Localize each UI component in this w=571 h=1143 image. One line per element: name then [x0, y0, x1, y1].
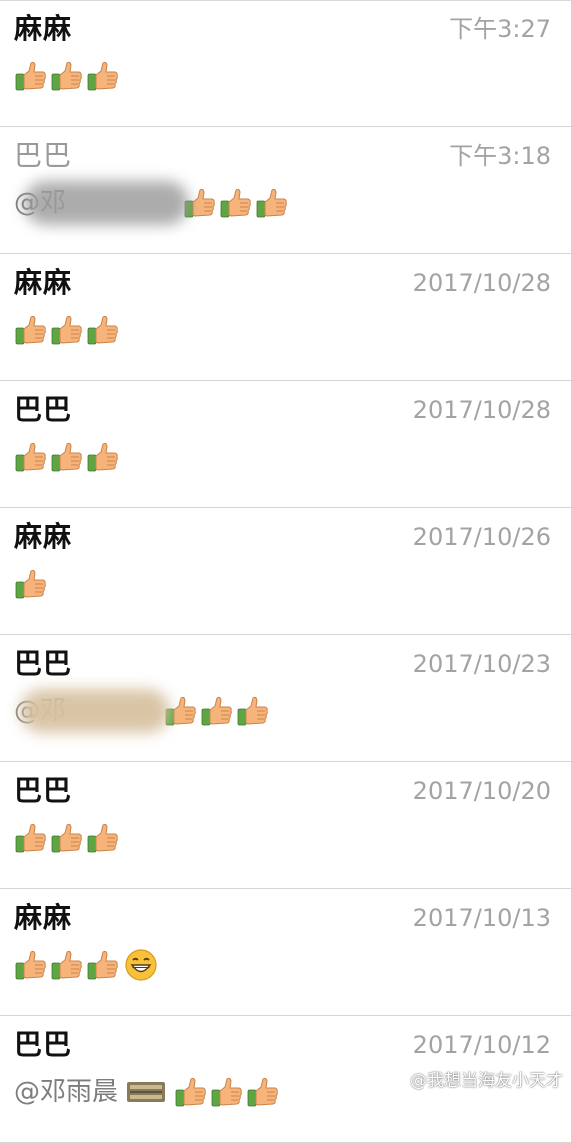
- conversation-item[interactable]: 麻麻 2017/10/26: [0, 508, 571, 635]
- message-preview: @邓: [14, 689, 272, 733]
- blurred-redaction: [20, 689, 171, 733]
- sender-name: 巴巴: [14, 1028, 73, 1061]
- thumbs-up-icon: [51, 823, 82, 853]
- timestamp: 2017/10/20: [412, 777, 551, 805]
- timestamp: 2017/10/28: [412, 396, 551, 424]
- thumbs-up-row: [164, 694, 272, 728]
- grinning-face-icon: [125, 949, 157, 981]
- message-preview: @邓雨晨: [14, 1074, 282, 1110]
- thumbs-up-icon: [247, 1077, 278, 1107]
- thumbs-up-icon: [211, 1077, 242, 1107]
- thumbs-up-icon: [15, 442, 46, 472]
- timestamp: 2017/10/12: [412, 1031, 551, 1059]
- thumbs-up-row: [14, 567, 50, 601]
- weibo-watermark: @我想当海友小天才: [386, 1066, 563, 1091]
- thumbs-up-icon: [201, 696, 232, 726]
- thumbs-up-icon: [87, 950, 118, 980]
- message-preview: [14, 947, 158, 983]
- conversation-item[interactable]: 麻麻 下午3:27: [0, 0, 571, 127]
- thumbs-up-icon: [237, 696, 268, 726]
- message-preview: [14, 566, 50, 602]
- thumbs-up-icon: [175, 1077, 206, 1107]
- conversation-item[interactable]: 麻麻 2017/10/28: [0, 254, 571, 381]
- timestamp: 下午3:18: [449, 142, 551, 170]
- thumbs-up-icon: [220, 188, 251, 218]
- thumbs-up-row: [14, 821, 122, 855]
- conversation-item[interactable]: 巴巴 2017/10/20: [0, 762, 571, 889]
- sticker-image: [127, 1082, 166, 1102]
- blurred-redaction: [24, 181, 190, 225]
- sender-name: 巴巴: [14, 139, 73, 172]
- sender-name: 巴巴: [14, 393, 73, 426]
- thumbs-up-icon: [51, 442, 82, 472]
- message-preview: [14, 312, 122, 348]
- thumbs-up-icon: [15, 823, 46, 853]
- timestamp: 下午3:27: [449, 15, 551, 43]
- thumbs-up-icon: [15, 61, 46, 91]
- timestamp: 2017/10/23: [412, 650, 551, 678]
- conversation-item[interactable]: 巴巴 2017/10/23 @邓: [0, 635, 571, 762]
- thumbs-up-icon: [51, 950, 82, 980]
- thumbs-up-row: [174, 1075, 282, 1109]
- thumbs-up-row: [14, 948, 158, 982]
- thumbs-up-icon: [256, 188, 287, 218]
- thumbs-up-row: [14, 313, 122, 347]
- thumbs-up-icon: [87, 823, 118, 853]
- mention-text: @邓雨晨: [14, 1077, 119, 1107]
- sender-name: 麻麻: [14, 266, 73, 299]
- thumbs-up-row: [14, 440, 122, 474]
- thumbs-up-row: [183, 186, 291, 220]
- thumbs-up-icon: [51, 315, 82, 345]
- sender-name: 巴巴: [14, 774, 73, 807]
- timestamp: 2017/10/28: [412, 269, 551, 297]
- thumbs-up-icon: [15, 569, 46, 599]
- thumbs-up-icon: [87, 442, 118, 472]
- conversation-item[interactable]: 麻麻 2017/10/13: [0, 889, 571, 1016]
- thumbs-up-icon: [87, 315, 118, 345]
- thumbs-up-icon: [15, 315, 46, 345]
- thumbs-up-row: [14, 59, 122, 93]
- sender-name: 麻麻: [14, 901, 73, 934]
- thumbs-up-icon: [15, 950, 46, 980]
- thumbs-up-icon: [87, 61, 118, 91]
- timestamp: 2017/10/26: [412, 523, 551, 551]
- conversation-item[interactable]: 巴巴 下午3:18 @邓: [0, 127, 571, 254]
- conversation-item[interactable]: 巴巴 2017/10/28: [0, 381, 571, 508]
- sender-name: 麻麻: [14, 520, 73, 553]
- conversation-list: 麻麻 下午3:27 巴巴 下午3:18 @邓 麻麻 2017/10/28 巴巴 …: [0, 0, 571, 1143]
- weibo-icon: [387, 1070, 407, 1087]
- timestamp: 2017/10/13: [412, 904, 551, 932]
- message-preview: @邓: [14, 181, 291, 225]
- watermark-text: @我想当海友小天才: [410, 1071, 563, 1091]
- sender-name: 麻麻: [14, 12, 73, 45]
- thumbs-up-icon: [51, 61, 82, 91]
- message-preview: [14, 58, 122, 94]
- sender-name: 巴巴: [14, 647, 73, 680]
- message-preview: [14, 820, 122, 856]
- message-preview: [14, 439, 122, 475]
